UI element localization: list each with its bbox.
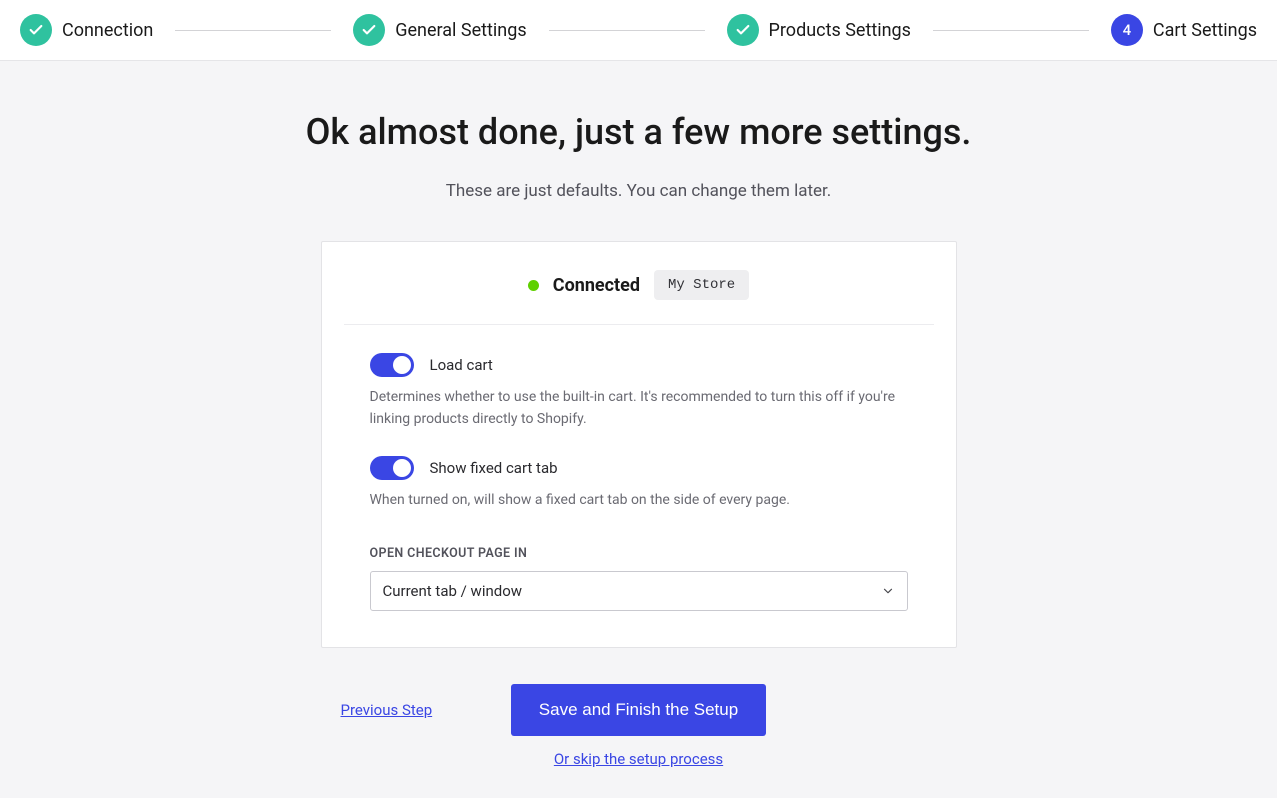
- fixed-cart-tab-toggle[interactable]: [370, 456, 414, 480]
- step-connection[interactable]: Connection: [20, 14, 153, 46]
- previous-step-link[interactable]: Previous Step: [341, 701, 433, 719]
- step-number-badge: 4: [1111, 14, 1143, 46]
- step-connector: [933, 30, 1089, 31]
- page-title: Ok almost done, just a few more settings…: [20, 111, 1257, 153]
- check-icon: [727, 14, 759, 46]
- setting-load-cart: Load cart Determines whether to use the …: [370, 353, 908, 430]
- setting-description: Determines whether to use the built-in c…: [370, 387, 908, 430]
- main-content: Ok almost done, just a few more settings…: [0, 61, 1277, 798]
- setting-description: When turned on, will show a fixed cart t…: [370, 490, 908, 512]
- step-general-settings[interactable]: General Settings: [353, 14, 526, 46]
- step-connector: [175, 30, 331, 31]
- check-icon: [353, 14, 385, 46]
- load-cart-toggle[interactable]: [370, 353, 414, 377]
- setting-label: Show fixed cart tab: [430, 459, 558, 477]
- checkout-target-select[interactable]: Current tab / window: [370, 571, 908, 611]
- connection-status: Connected My Store: [344, 242, 934, 325]
- setup-stepper: Connection General Settings Products Set…: [0, 0, 1277, 61]
- step-cart-settings[interactable]: 4 Cart Settings: [1111, 14, 1257, 46]
- chevron-down-icon: [881, 584, 895, 598]
- step-label: Cart Settings: [1153, 20, 1257, 41]
- page-subtitle: These are just defaults. You can change …: [20, 181, 1257, 201]
- step-label: Products Settings: [769, 20, 911, 41]
- step-connector: [549, 30, 705, 31]
- setting-fixed-cart-tab: Show fixed cart tab When turned on, will…: [370, 456, 908, 512]
- wizard-actions: Previous Step Save and Finish the Setup …: [321, 684, 957, 768]
- card-body: Load cart Determines whether to use the …: [322, 325, 956, 647]
- setting-label: Load cart: [430, 356, 493, 374]
- toggle-knob-icon: [393, 459, 411, 477]
- step-label: General Settings: [395, 20, 526, 41]
- status-label: Connected: [553, 275, 640, 296]
- status-dot-icon: [528, 280, 539, 291]
- store-name-badge: My Store: [654, 270, 749, 300]
- select-value: Current tab / window: [383, 582, 523, 600]
- toggle-knob-icon: [393, 356, 411, 374]
- check-icon: [20, 14, 52, 46]
- step-label: Connection: [62, 20, 153, 41]
- save-finish-button[interactable]: Save and Finish the Setup: [511, 684, 766, 736]
- step-products-settings[interactable]: Products Settings: [727, 14, 911, 46]
- settings-card: Connected My Store Load cart Determines …: [321, 241, 957, 648]
- field-label: Open checkout page in: [370, 546, 908, 561]
- field-checkout-target: Open checkout page in Current tab / wind…: [370, 546, 908, 611]
- skip-setup-link[interactable]: Or skip the setup process: [554, 750, 723, 768]
